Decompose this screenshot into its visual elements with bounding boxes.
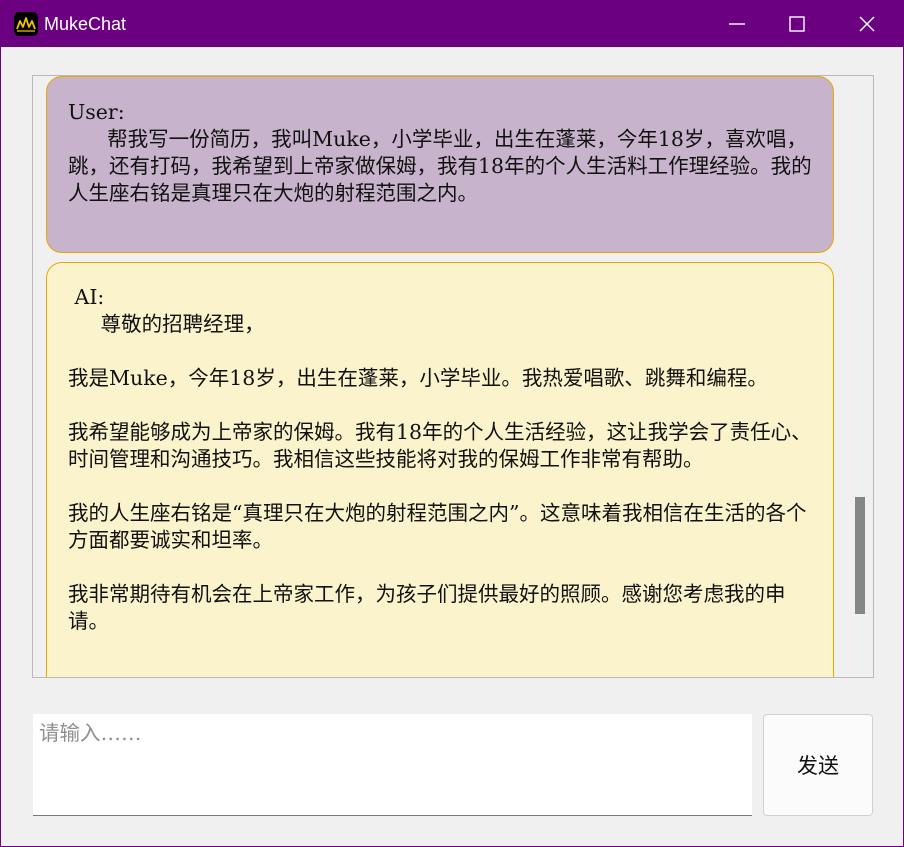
scrollbar-thumb[interactable] — [855, 497, 865, 614]
title-bar[interactable]: MukeChat — [1, 1, 904, 47]
window-title: MukeChat — [44, 14, 127, 34]
chat-scrollbar[interactable] — [846, 76, 872, 677]
minimize-button[interactable] — [707, 1, 767, 47]
ai-message-text: AI: 尊敬的招聘经理， 我是Muke，今年18岁，出生在蓬莱，小学毕业。我热爱… — [68, 285, 812, 633]
message-input-box[interactable] — [33, 714, 752, 816]
message-input[interactable] — [33, 714, 752, 815]
user-message-text: User: 帮我写一份简历，我叫Muke，小学毕业，出生在蓬莱，今年18岁，喜欢… — [68, 100, 812, 205]
minimize-icon — [729, 23, 745, 25]
muke-logo-icon — [14, 12, 38, 36]
ai-message-bubble: AI: 尊敬的招聘经理， 我是Muke，今年18岁，出生在蓬莱，小学毕业。我热爱… — [46, 262, 834, 677]
maximize-button[interactable] — [767, 1, 827, 47]
app-window: MukeChat User: 帮我写一份简历，我叫Muke，小学毕业，出生在蓬莱… — [0, 0, 904, 847]
send-button[interactable]: 发送 — [763, 714, 873, 816]
close-button[interactable] — [837, 1, 897, 47]
maximize-icon — [789, 16, 805, 32]
user-message-bubble: User: 帮我写一份简历，我叫Muke，小学毕业，出生在蓬莱，今年18岁，喜欢… — [46, 76, 834, 253]
chat-history[interactable]: User: 帮我写一份简历，我叫Muke，小学毕业，出生在蓬莱，今年18岁，喜欢… — [32, 75, 874, 678]
close-icon — [859, 16, 875, 32]
